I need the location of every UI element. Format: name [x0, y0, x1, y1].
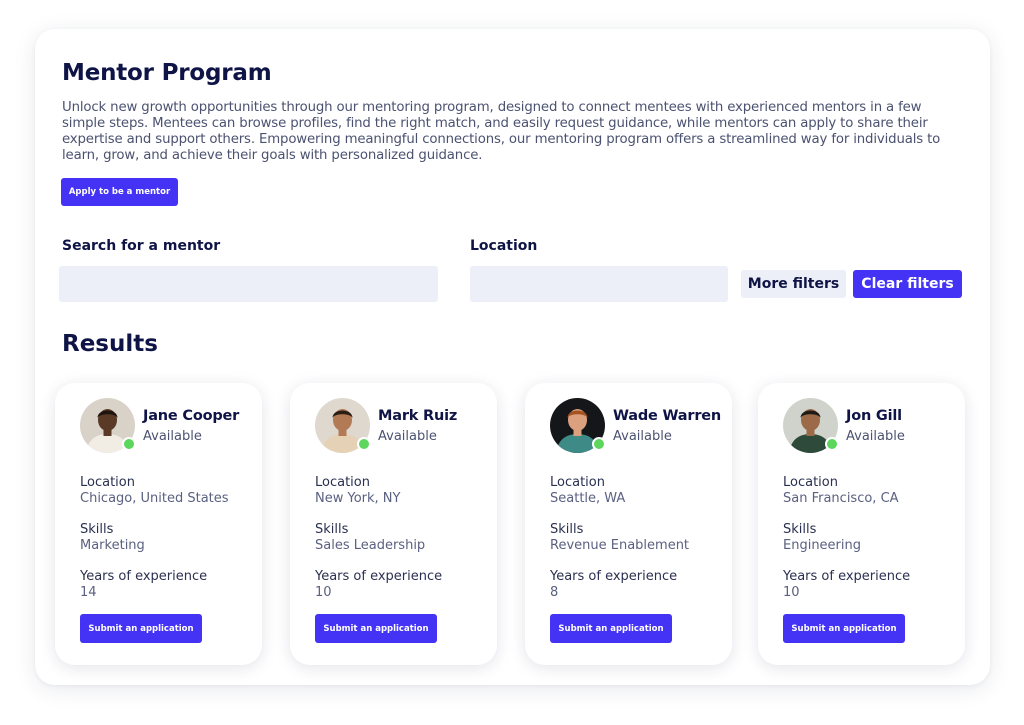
mentor-location-value: Seattle, WA	[550, 491, 626, 506]
search-mentor-label: Search for a mentor	[62, 238, 221, 254]
mentor-status: Available	[846, 429, 905, 444]
mentor-skills-value: Engineering	[783, 538, 861, 553]
online-status-dot	[592, 437, 606, 451]
mentor-card: Mark Ruiz Available Location New York, NY Sk…	[290, 383, 497, 665]
submit-application-button[interactable]: Submit an application	[550, 614, 672, 643]
results-heading: Results	[62, 331, 158, 357]
page-description: Unlock new growth opportunities through …	[62, 100, 941, 163]
mentor-location-label: Location	[783, 475, 838, 490]
mentor-skills-label: Skills	[783, 522, 817, 537]
mentor-location-label: Location	[315, 475, 370, 490]
mentor-location-label: Location	[550, 475, 605, 490]
mentor-status: Available	[143, 429, 202, 444]
mentor-experience-value: 10	[315, 585, 332, 600]
more-filters-button[interactable]: More filters	[741, 270, 846, 298]
online-status-dot	[122, 437, 136, 451]
mentor-experience-value: 8	[550, 585, 559, 600]
apply-mentor-button[interactable]: Apply to be a mentor	[61, 178, 178, 206]
online-status-dot	[825, 437, 839, 451]
mentor-experience-label: Years of experience	[80, 569, 208, 584]
mentor-name: Wade Warren	[613, 408, 722, 424]
submit-application-button[interactable]: Submit an application	[315, 614, 437, 643]
mentor-skills-value: Marketing	[80, 538, 145, 553]
mentor-experience-label: Years of experience	[550, 569, 678, 584]
mentor-location-value: San Francisco, CA	[783, 491, 899, 506]
mentor-card: Wade Warren Available Location Seattle, WA S…	[525, 383, 732, 665]
submit-application-button[interactable]: Submit an application	[80, 614, 202, 643]
clear-filters-button[interactable]: Clear filters	[853, 270, 962, 298]
mentor-skills-value: Revenue Enablement	[550, 538, 690, 553]
mentor-location-value: New York, NY	[315, 491, 401, 506]
mentor-experience-label: Years of experience	[783, 569, 911, 584]
mentor-skills-label: Skills	[80, 522, 114, 537]
mentor-experience-label: Years of experience	[315, 569, 443, 584]
mentor-card: Jane Cooper Available Location Chicago, Uni…	[55, 383, 262, 665]
mentor-status: Available	[378, 429, 437, 444]
mentor-location-label: Location	[80, 475, 135, 490]
mentor-skills-label: Skills	[315, 522, 349, 537]
mentor-name: Jon Gill	[846, 408, 902, 424]
submit-application-button[interactable]: Submit an application	[783, 614, 905, 643]
mentor-experience-value: 10	[783, 585, 800, 600]
mentor-name: Mark Ruiz	[378, 408, 458, 424]
mentor-name: Jane Cooper	[143, 408, 240, 424]
location-label: Location	[470, 238, 538, 254]
mentor-card: Jon Gill Available Location San Francisco, …	[758, 383, 965, 665]
mentor-experience-value: 14	[80, 585, 97, 600]
location-input[interactable]	[470, 266, 728, 302]
search-mentor-input[interactable]	[59, 266, 438, 302]
mentor-skills-label: Skills	[550, 522, 584, 537]
online-status-dot	[357, 437, 371, 451]
mentor-skills-value: Sales Leadership	[315, 538, 426, 553]
mentor-status: Available	[613, 429, 672, 444]
page-title: Mentor Program	[62, 60, 272, 86]
mentor-location-value: Chicago, United States	[80, 491, 229, 506]
